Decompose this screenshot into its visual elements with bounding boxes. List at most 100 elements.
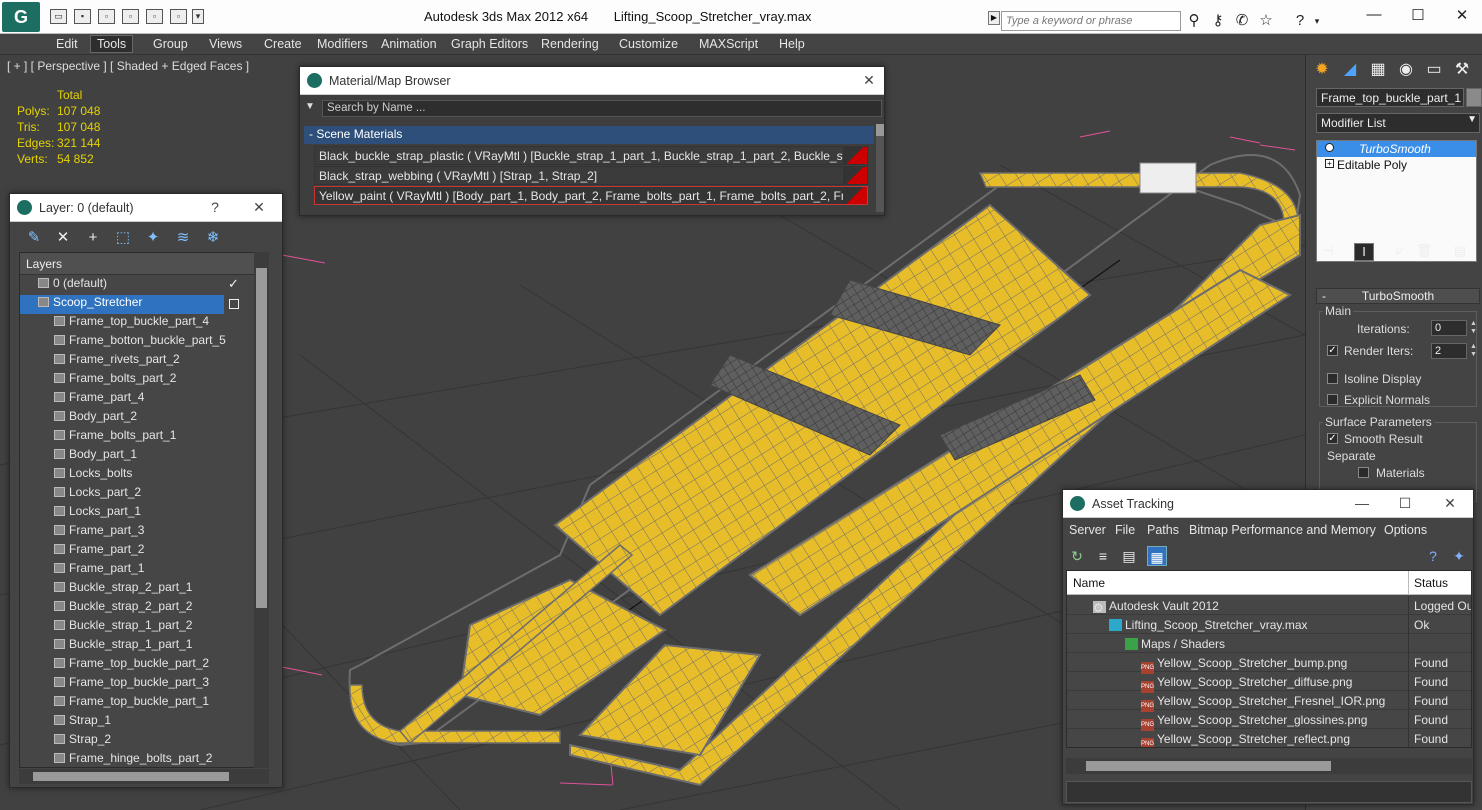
spinner-arrows-icon[interactable]: ▲ ▼ [1469,343,1478,359]
refresh-icon[interactable]: ↻ [1067,546,1087,566]
layer-row[interactable]: Frame_hinge_bolts_part_2 [54,751,212,767]
layer-row[interactable]: Frame_top_buckle_part_2 [54,656,209,675]
help-icon[interactable]: ? [1423,546,1443,566]
menu-customize[interactable]: Customize [619,37,678,51]
key-icon[interactable]: ⚷ [1208,11,1228,31]
close-icon[interactable]: ✕ [860,72,878,89]
motion-tab-icon[interactable]: ◉ [1394,59,1418,81]
asset-tracking-titlebar[interactable]: Asset Tracking — ☐ ✕ [1063,490,1473,518]
close-icon[interactable]: ✕ [1452,6,1472,26]
menu-help[interactable]: Help [779,37,805,51]
asset-menu-options[interactable]: Options [1384,523,1427,537]
viewport-label[interactable]: [ + ] [ Perspective ] [ Shaded + Edged F… [7,59,249,73]
table-view-icon[interactable]: ▤ [1119,546,1139,566]
scrollbar-thumb[interactable] [1086,761,1331,771]
material-row[interactable]: Black_strap_webbing ( VRayMtl ) [Strap_1… [314,166,868,185]
layer-row[interactable]: Frame_top_buckle_part_1 [54,694,209,713]
layer-dialog-titlebar[interactable]: Layer: 0 (default) ? ✕ [10,194,282,222]
layer-row[interactable]: Frame_part_4 [54,390,144,409]
search-input[interactable]: Type a keyword or phrase [1001,11,1181,31]
grid-view-icon[interactable]: ▦ [1147,546,1167,566]
hierarchy-tab-icon[interactable]: ▦ [1366,59,1390,81]
search-expand-icon[interactable]: ▶ [988,11,1000,25]
stack-item-editable-poly[interactable]: + Editable Poly [1317,157,1476,173]
material-row-selected[interactable]: Yellow_paint ( VRayMtl ) [Body_part_1, B… [314,186,868,205]
highlight-icon[interactable]: ✦ [1449,546,1469,566]
help-button[interactable]: ? [206,199,224,215]
show-end-result-icon[interactable]: I [1354,243,1374,261]
render-iters-spinner[interactable]: 2 [1431,343,1467,359]
object-color-swatch[interactable] [1466,88,1482,107]
menu-modifiers[interactable]: Modifiers [317,37,368,51]
menu-animation[interactable]: Animation [381,37,437,51]
layer-row[interactable]: Frame_botton_buckle_part_5 [54,333,226,352]
delete-layer-icon[interactable]: ✕ [52,228,74,248]
lightbulb-icon[interactable] [1325,143,1334,152]
separate-materials-checkbox[interactable] [1358,467,1369,478]
turbosmooth-rollout-header[interactable]: - TurboSmooth [1316,288,1480,304]
hold-icon[interactable]: ▫ [146,9,163,24]
filter-dropdown-icon[interactable]: ▼ [305,101,317,113]
configure-modifier-sets-icon[interactable]: ▤ [1450,243,1470,261]
undo-icon[interactable]: ▫ [98,9,115,24]
layer-row[interactable]: Frame_top_buckle_part_3 [54,675,209,694]
minimize-icon[interactable]: — [1364,6,1384,26]
make-unique-icon[interactable]: ⩗ [1390,243,1410,261]
minimize-icon[interactable]: — [1353,495,1371,511]
explicit-normals-checkbox[interactable] [1327,394,1338,405]
layer-row[interactable]: Body_part_2 [54,409,137,428]
highlight-layer-icon[interactable]: ✦ [142,228,164,248]
layer-horizontal-scrollbar[interactable] [19,769,269,784]
asset-menu-paths[interactable]: Paths [1147,523,1179,537]
stack-item-turbosmooth[interactable]: TurboSmooth [1317,141,1476,157]
layer-row[interactable]: Locks_bolts [54,466,132,485]
layer-row[interactable]: Locks_part_2 [54,485,141,504]
menu-views[interactable]: Views [209,37,242,51]
utilities-tab-icon[interactable]: ⚒ [1450,59,1474,81]
menu-group[interactable]: Group [153,37,188,51]
asset-menu-file[interactable]: File [1115,523,1135,537]
list-view-icon[interactable]: ≡ [1093,546,1113,566]
layer-row[interactable]: Frame_part_1 [54,561,144,580]
communication-icon[interactable]: ✆ [1232,11,1252,31]
asset-row[interactable]: ⚙ Autodesk Vault 2012 Logged Out [1067,596,1471,615]
remove-modifier-icon[interactable]: 🗑 [1414,243,1434,261]
asset-menu-bitmap-performance[interactable]: Bitmap Performance and Memory [1189,523,1376,537]
material-row[interactable]: Black_buckle_strap_plastic ( VRayMtl ) [… [314,146,868,165]
close-icon[interactable]: ✕ [250,199,268,216]
asset-row[interactable]: PNG Yellow_Scoop_Stretcher_reflect.png Fou… [1067,729,1471,747]
menu-edit[interactable]: Edit [56,37,78,51]
scrollbar-thumb[interactable] [876,124,884,136]
layer-row[interactable]: Locks_part_1 [54,504,141,523]
maximize-icon[interactable]: ☐ [1408,6,1428,26]
layer-row[interactable]: Buckle_strap_1_part_1 [54,637,192,656]
layer-row[interactable]: Scoop_Stretcher [20,295,224,314]
help-icon[interactable]: ? [1290,11,1310,31]
scene-materials-section[interactable]: - Scene Materials [304,126,874,144]
create-layer-icon[interactable]: ✎ [23,228,45,248]
layer-row[interactable]: Frame_bolts_part_1 [54,428,176,447]
layer-row[interactable]: Frame_part_3 [54,523,144,542]
material-scrollbar[interactable] [876,124,884,212]
hide-all-icon[interactable]: ≋ [172,228,194,248]
layer-row[interactable]: Strap_2 [54,732,111,751]
menu-tools[interactable]: Tools [90,35,134,53]
menu-create[interactable]: Create [264,37,302,51]
layers-column-header[interactable]: Layers [20,253,268,275]
close-icon[interactable]: ✕ [1441,495,1459,512]
iterations-spinner[interactable]: 0 [1431,320,1467,336]
layer-row[interactable]: Frame_top_buckle_part_4 [54,314,209,333]
freeze-all-icon[interactable]: ❄ [202,228,224,248]
display-tab-icon[interactable]: ▭ [1422,59,1446,81]
expand-plus-icon[interactable]: + [1325,159,1334,168]
smooth-result-checkbox[interactable]: ✓ [1327,433,1338,444]
binoculars-icon[interactable]: ⚲ [1184,11,1204,31]
scrollbar-thumb[interactable] [33,772,229,781]
app-logo-icon[interactable]: G [2,2,40,32]
asset-menu-server[interactable]: Server [1069,523,1106,537]
favorites-star-icon[interactable]: ☆ [1256,11,1276,31]
layer-row[interactable]: Frame_part_2 [54,542,144,561]
material-browser-titlebar[interactable]: Material/Map Browser ✕ [300,67,884,95]
asset-row[interactable]: PNG Yellow_Scoop_Stretcher_Fresnel_IOR.pn… [1067,691,1471,712]
asset-row[interactable]: Lifting_Scoop_Stretcher_vray.max Ok [1067,615,1471,634]
